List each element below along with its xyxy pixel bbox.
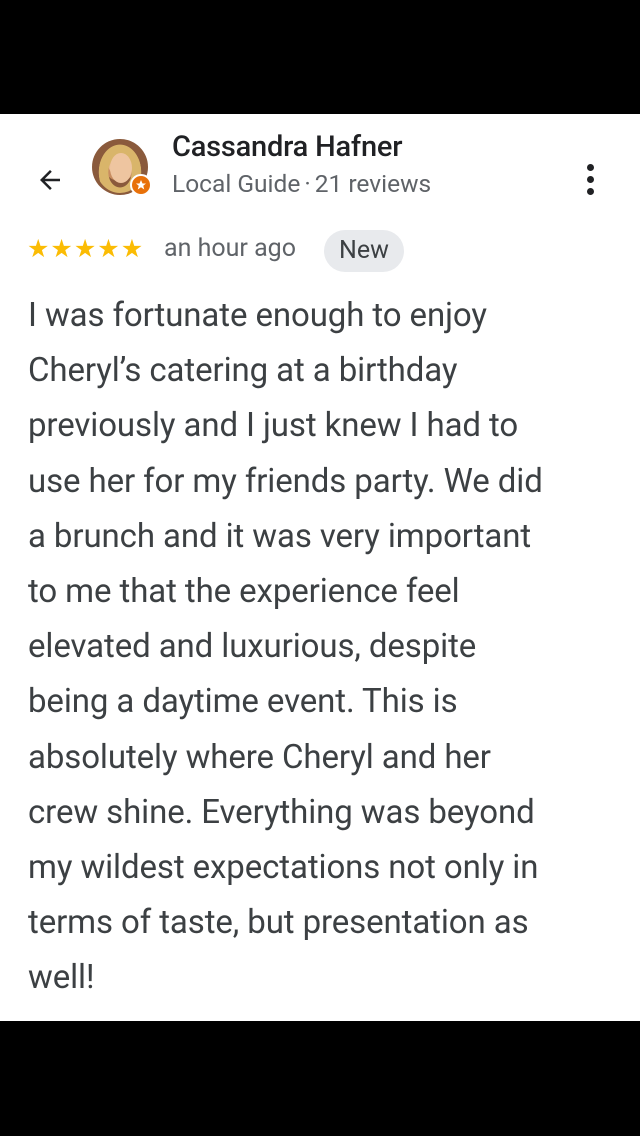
top-letterbox (0, 0, 640, 114)
star-icon: ★ (50, 235, 73, 264)
review-line: Cheryl’s catering at a birthday (28, 351, 458, 391)
review-line: I was fortunate enough to enjoy (28, 296, 487, 335)
meta-separator: · (304, 169, 311, 198)
review-line: a brunch and it was very important (28, 516, 532, 556)
review-line: use her for my friends party. We did (28, 461, 543, 501)
review-text: I was fortunate enough to enjoy Cheryl’s … (28, 288, 618, 1006)
star-icon: ★ (73, 235, 97, 264)
reviewer-level: Local Guide (172, 169, 301, 198)
review-line: well! (28, 958, 95, 998)
reviewer-name[interactable]: Cassandra Hafner (172, 130, 402, 164)
local-guide-badge-icon (130, 174, 152, 196)
reviews-count: 21 reviews (314, 169, 432, 198)
more-vert-icon-dot (586, 163, 594, 171)
review-line: being a daytime event. This is (28, 682, 458, 722)
more-options-button[interactable] (570, 156, 610, 202)
review-line: crew shine. Everything was beyond (28, 792, 535, 832)
avatar-face (110, 153, 132, 183)
review-line: elevated and luxurious, despite (28, 627, 477, 667)
arrow-left-icon (40, 170, 60, 190)
star-icon: ★ (97, 235, 120, 264)
more-vert-icon-dot (586, 187, 594, 195)
review-line: terms of taste, but presentation as (28, 903, 529, 943)
star-icon: ★ (27, 235, 50, 264)
review-line: previously and I just knew I had to (28, 406, 519, 446)
review-card: Cassandra Hafner Local Guide · 21 reviews … (0, 114, 640, 1021)
new-badge: New (324, 230, 404, 272)
star-badge-icon (136, 180, 146, 190)
review-time: an hour ago (164, 234, 296, 263)
back-button[interactable] (26, 160, 74, 200)
review-line: my wildest expectations not only in (28, 848, 539, 888)
reviewer-meta: Local Guide · 21 reviews (172, 169, 431, 198)
review-line: to me that the experience feel (28, 572, 460, 612)
star-icon: ★ (120, 235, 144, 264)
review-line: absolutely where Cheryl and her (28, 737, 491, 777)
more-vert-icon-dot (586, 175, 594, 183)
star-rating: ★ ★ ★ ★ ★ (27, 235, 143, 265)
bottom-letterbox (0, 1021, 640, 1136)
